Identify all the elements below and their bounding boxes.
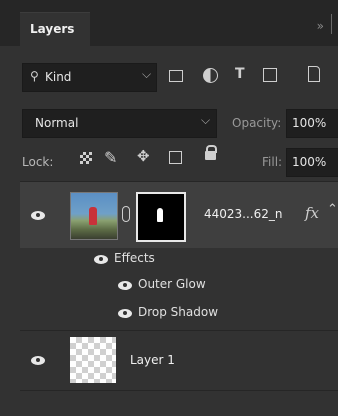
drop-shadow-visibility-eye-icon[interactable] xyxy=(118,309,132,318)
opacity-input[interactable]: 100% xyxy=(286,109,338,138)
effect-row-drop-shadow[interactable]: Drop Shadow xyxy=(20,302,338,324)
lock-label: Lock: xyxy=(22,155,54,169)
thumbnail-figure xyxy=(89,207,97,225)
kind-filter-label: Kind xyxy=(45,70,72,84)
fill-label: Fill: xyxy=(262,155,283,169)
effects-visibility-eye-icon[interactable] xyxy=(94,255,108,264)
tab-layers[interactable]: Layers xyxy=(20,12,90,47)
layer1-name[interactable]: Layer 1 xyxy=(130,353,175,367)
blend-mode-dropdown[interactable]: Normal ⌵ xyxy=(22,109,217,138)
fill-input[interactable]: 100% xyxy=(286,148,338,177)
type-filter-icon[interactable]: T xyxy=(235,66,245,82)
panel-tab-bar: Layers » xyxy=(0,0,338,47)
effects-row[interactable]: Effects xyxy=(20,248,338,270)
outer-glow-label: Outer Glow xyxy=(138,277,206,291)
lock-transparent-pixels-icon[interactable] xyxy=(80,152,92,164)
layer-row-layer1[interactable]: Layer 1 xyxy=(20,331,338,389)
panel-collapse-icon[interactable]: » xyxy=(317,19,324,33)
lock-all-shackle xyxy=(206,145,217,153)
lock-position-icon[interactable]: ✥ xyxy=(137,147,150,165)
effect-row-outer-glow[interactable]: Outer Glow xyxy=(20,274,338,296)
layers-list-divider-bottom xyxy=(20,390,338,391)
chevron-down-icon: ⌵ xyxy=(142,67,152,81)
kind-filter-dropdown[interactable]: ⚲ Kind ⌵ xyxy=(22,63,157,92)
layer-mask-thumbnail[interactable] xyxy=(136,192,186,242)
fill-value: 100% xyxy=(292,155,327,169)
effects-label: Effects xyxy=(114,251,155,265)
layer-thumbnail[interactable] xyxy=(70,192,118,240)
layer1-visibility-eye-icon[interactable] xyxy=(31,356,45,365)
search-icon: ⚲ xyxy=(30,69,39,83)
drop-shadow-label: Drop Shadow xyxy=(138,305,219,319)
lock-artboard-icon[interactable] xyxy=(169,151,182,164)
outer-glow-visibility-eye-icon[interactable] xyxy=(118,281,132,290)
opacity-label: Opacity: xyxy=(232,116,282,130)
effects-expand-chevron-icon[interactable]: ⌃ xyxy=(327,202,338,217)
layer-row-main[interactable]: 44023...62_n fx ⌃ xyxy=(20,182,338,248)
layer1-thumbnail[interactable] xyxy=(70,337,116,383)
chevron-down-icon: ⌵ xyxy=(201,113,211,127)
layer-name[interactable]: 44023...62_n xyxy=(204,207,283,221)
opacity-value: 100% xyxy=(292,116,327,130)
lock-image-pixels-icon[interactable]: ✎ xyxy=(104,148,117,167)
panel-divider xyxy=(331,14,332,34)
layer-fx-icon[interactable]: fx xyxy=(305,204,319,222)
visibility-eye-icon[interactable] xyxy=(31,211,45,220)
blend-mode-value: Normal xyxy=(35,116,79,130)
tab-layers-label: Layers xyxy=(30,22,75,36)
mask-silhouette xyxy=(157,208,163,222)
smart-object-filter-icon[interactable] xyxy=(308,66,320,82)
image-filter-icon[interactable] xyxy=(169,70,183,82)
shape-filter-icon[interactable] xyxy=(263,68,277,82)
mask-link-icon[interactable] xyxy=(122,206,130,222)
adjustment-filter-icon[interactable] xyxy=(203,68,218,83)
